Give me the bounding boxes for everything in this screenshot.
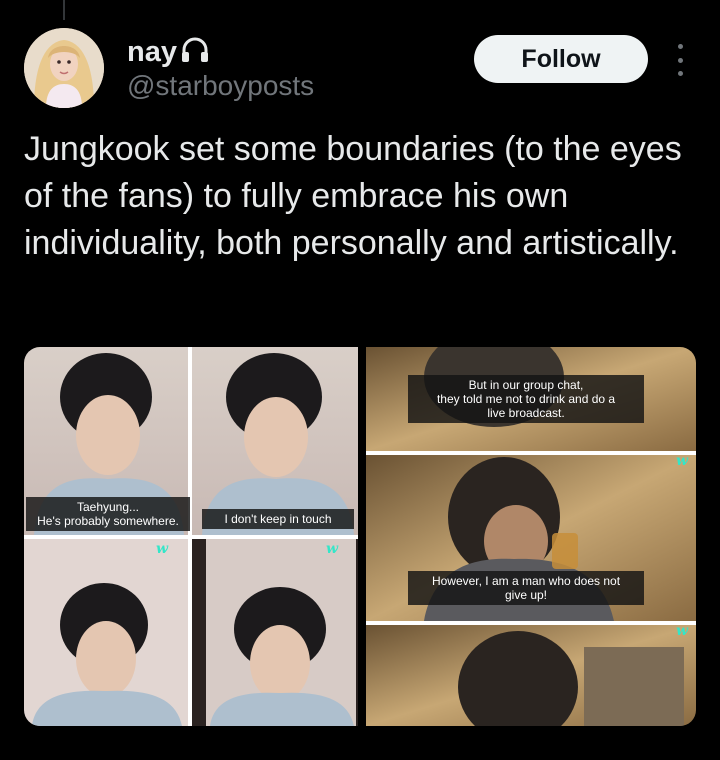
weverse-logo: w bbox=[326, 541, 339, 557]
media-image[interactable]: Taehyung... He's probably somewhere. I d… bbox=[24, 347, 696, 726]
more-vertical-icon[interactable] bbox=[672, 44, 688, 76]
follow-button[interactable]: Follow bbox=[474, 35, 648, 83]
caption-taehyung: Taehyung... He's probably somewhere. bbox=[26, 497, 190, 531]
thread-line bbox=[63, 0, 65, 20]
weverse-logo: w bbox=[156, 541, 169, 557]
avatar-image bbox=[24, 28, 104, 108]
name-row: nay bbox=[127, 36, 209, 69]
user-handle[interactable]: @starboyposts bbox=[127, 70, 314, 102]
display-name[interactable]: nay bbox=[127, 36, 177, 69]
caption-group-chat: But in our group chat, they told me not … bbox=[408, 375, 644, 423]
headphones-icon bbox=[181, 37, 209, 68]
weverse-logo: w bbox=[676, 453, 689, 469]
weverse-logo: w bbox=[676, 623, 689, 639]
caption-keep-in-touch: I don't keep in touch bbox=[202, 509, 354, 529]
avatar[interactable] bbox=[24, 28, 104, 108]
caption-does-not-give-up: However, I am a man who does not give up… bbox=[408, 571, 644, 605]
tweet-text: Jungkook set some boundaries (to the eye… bbox=[24, 130, 682, 262]
